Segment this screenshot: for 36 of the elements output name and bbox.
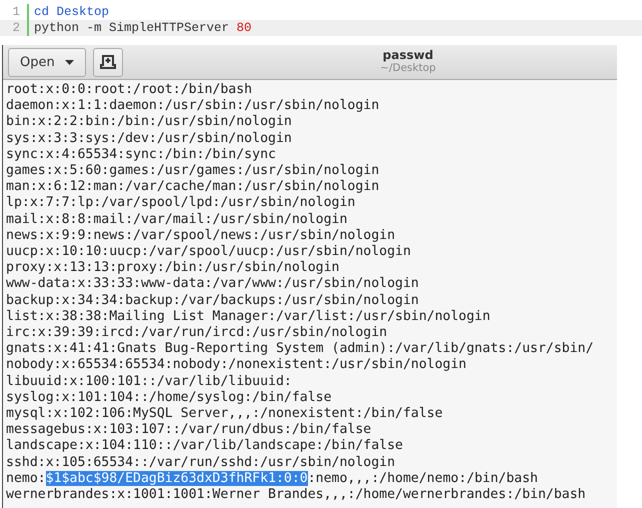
text-line: games:x:5:60:games:/usr/games:/usr/sbin/nologin xyxy=(6,163,380,180)
window-subtitle: ~/Desktop xyxy=(380,62,436,74)
text-line: libuuid:x:100:101::/var/lib/libuuid: xyxy=(6,374,293,390)
text-line: backup:x:34:34:backup:/var/backups:/usr/sbin/nologin xyxy=(6,292,420,309)
text-line: landscape:x:104:110::/var/lib/landscape:/bin/false xyxy=(6,438,404,455)
text-line: syslog:x:101:104::/home/syslog:/bin/false xyxy=(6,390,333,406)
text-line: bin:x:2:2:bin:/bin:/usr/sbin/nologin xyxy=(6,114,293,131)
caret-icon xyxy=(64,60,74,64)
text-line: news:x:9:9:news:/var/spool/news:/usr/sbin/nologin xyxy=(6,228,396,244)
text-line: messagebus:x:103:107::/var/run/dbus:/bin/false xyxy=(6,422,372,438)
text-line: list:x:38:38:Mailing List Manager:/var/list:/usr/sbin/nologin xyxy=(6,308,492,326)
new-document-icon[interactable] xyxy=(92,48,123,76)
text-line: wernerbrandes:x:1001:1001:Werner Brandes,,,:/home/wernerbrandes:/bin/bash xyxy=(6,487,587,504)
text-line: mail:x:8:8:mail:/var/mail:/usr/sbin/nologin xyxy=(6,212,348,228)
text-line: proxy:x:13:13:proxy:/bin:/usr/sbin/nologin xyxy=(6,260,340,276)
text-line: nemo:$1$abc$98/EDagBiz63dxD3fhRFk1:0:0:nemo,,,:/home/nemo:/bin/bash xyxy=(6,470,539,488)
text-line: sync:x:4:65534:sync:/bin:/bin/sync xyxy=(6,146,277,164)
text-line: daemon:x:1:1:daemon:/usr/sbin:/usr/sbin/nologin xyxy=(6,98,380,114)
open-button[interactable]: Open xyxy=(8,48,86,76)
text-line: sys:x:3:3:sys:/dev:/usr/sbin/nologin xyxy=(6,130,293,147)
code-text: python -m SimpleHTTPServer 80 xyxy=(34,21,252,35)
line-number: 2 xyxy=(11,21,21,35)
text-line: www-data:x:33:33:www-data:/var/www:/usr/sbin/nologin xyxy=(6,276,420,293)
line-number: 1 xyxy=(11,5,21,19)
text-line: sshd:x:105:65534::/var/run/sshd:/usr/sbin/nologin xyxy=(6,454,396,471)
text-line: man:x:6:12:man:/var/cache/man:/usr/sbin/nologin xyxy=(6,179,380,196)
text-line: lp:x:7:7:lp:/var/spool/lpd:/usr/sbin/nologin xyxy=(6,195,356,212)
text-line: irc:x:39:39:ircd:/var/run/ircd:/usr/sbin/nologin xyxy=(6,325,388,342)
selected-text: $1$abc$98/EDagBiz63dxD3fhRFk1:0:0 xyxy=(46,470,308,486)
text-line: mysql:x:102:106:MySQL Server,,,:/nonexistent:/bin/false xyxy=(6,406,444,422)
text-line: uucp:x:10:10:uucp:/var/spool/uucp:/usr/sbin/nologin xyxy=(6,244,412,260)
text-line: nobody:x:65534:65534:nobody:/nonexistent:/usr/sbin/nologin xyxy=(6,357,468,374)
window-title: passwd xyxy=(382,48,434,62)
text-line: root:x:0:0:root:/root:/bin/bash xyxy=(6,82,254,98)
text-line: gnats:x:41:41:Gnats Bug-Reporting System (admin):/var/lib/gnats:/usr/sbin/ xyxy=(6,341,595,358)
code-text: cd Desktop xyxy=(34,5,110,19)
